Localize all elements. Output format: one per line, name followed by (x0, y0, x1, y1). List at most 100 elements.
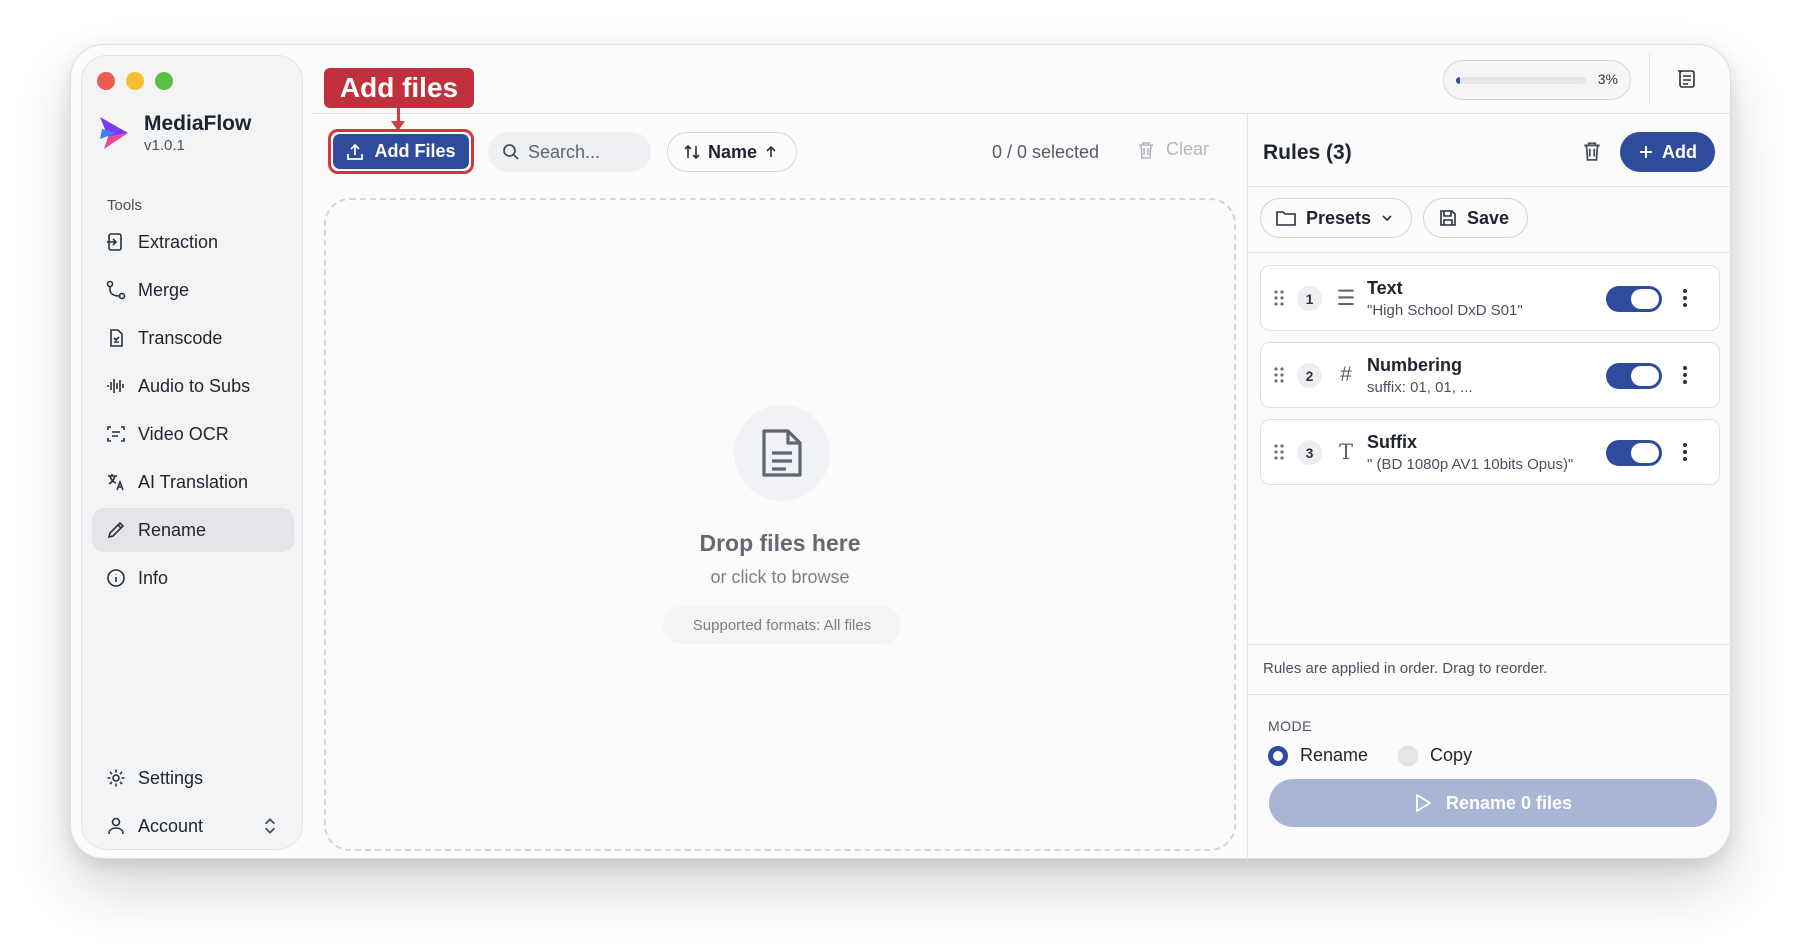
sidebar-item-label: AI Translation (138, 471, 249, 492)
translate-icon (108, 474, 124, 491)
sidebar-item-info[interactable]: Info (92, 556, 294, 600)
add-rule-button[interactable]: Add (1620, 132, 1715, 172)
sidebar-item-audio-to-subs[interactable]: Audio to Subs (92, 364, 294, 408)
sidebar-item-ai-translation[interactable]: AI Translation (92, 460, 294, 504)
app-window: MediaFlow v1.0.1 Tools Extraction Merge … (70, 44, 1732, 860)
rule-card-suffix[interactable]: 3 T Suffix " (BD 1080p AV1 10bits Opus)" (1260, 419, 1720, 485)
supported-formats-badge: Supported formats: All files (663, 606, 901, 644)
more-options-icon[interactable] (1682, 365, 1688, 385)
divider (1248, 694, 1732, 695)
sidebar-item-label: Rename (138, 519, 207, 540)
document-icon-circle (734, 405, 830, 501)
transcode-icon (110, 329, 123, 347)
drag-handle-icon[interactable] (1273, 442, 1285, 462)
add-rule-label: Add (1662, 141, 1697, 162)
gear-icon (107, 769, 125, 787)
save-label: Save (1467, 207, 1510, 228)
more-options-icon[interactable] (1682, 442, 1688, 462)
sidebar-item-rename[interactable]: Rename (92, 508, 294, 552)
sidebar-item-settings[interactable]: Settings (92, 756, 294, 800)
chevron-up-down-icon (264, 818, 276, 834)
sidebar-item-label: Merge (138, 279, 190, 300)
drag-handle-icon[interactable] (1273, 288, 1285, 308)
close-window-button[interactable] (97, 72, 115, 90)
search-input[interactable] (528, 141, 638, 163)
selection-count: 0 / 0 selected (992, 142, 1100, 162)
search-box[interactable] (488, 132, 651, 172)
add-files-button[interactable]: Add Files (333, 134, 469, 169)
folder-icon (1276, 211, 1296, 226)
rule-toggle[interactable] (1606, 363, 1662, 389)
play-icon (1416, 794, 1431, 812)
header-divider (313, 113, 1731, 114)
rule-name: Suffix (1367, 432, 1418, 452)
rule-description: "High School DxD S01" (1367, 302, 1523, 319)
rules-note: Rules are applied in order. Drag to reor… (1263, 660, 1548, 677)
more-options-icon[interactable] (1682, 288, 1688, 308)
tools-section-label: Tools (107, 197, 143, 214)
text-lines-icon: ☰ (1336, 286, 1356, 310)
sort-icon (684, 144, 700, 160)
divider (1248, 186, 1732, 187)
sidebar-bottom: Settings Account (92, 756, 294, 852)
drop-title: Drop files here (699, 530, 861, 556)
sidebar-item-merge[interactable]: Merge (92, 268, 294, 312)
rule-name: Text (1367, 278, 1403, 298)
account-label: Account (138, 815, 204, 836)
sidebar-item-account[interactable]: Account (92, 804, 294, 848)
progress-fill (1456, 77, 1460, 84)
rules-title: Rules (3) (1263, 141, 1352, 164)
mediaflow-logo-icon (100, 117, 128, 149)
presets-label: Presets (1306, 207, 1372, 228)
progress-indicator[interactable]: 3% (1443, 60, 1631, 100)
annotation-callout: Add files (324, 68, 474, 108)
drag-handle-icon[interactable] (1273, 365, 1285, 385)
save-preset-button[interactable]: Save (1423, 198, 1528, 238)
hash-icon: # (1340, 363, 1352, 386)
rule-toggle[interactable] (1606, 286, 1662, 312)
arrow-up-icon (766, 145, 776, 157)
tools-nav: Extraction Merge Transcode Audio to Subs… (92, 220, 294, 604)
merge-icon (106, 280, 126, 300)
sidebar-item-transcode[interactable]: Transcode (92, 316, 294, 360)
trash-icon (1584, 142, 1600, 161)
rule-card-text[interactable]: 1 ☰ Text "High School DxD S01" (1260, 265, 1720, 331)
rename-files-button[interactable]: Rename 0 files (1269, 779, 1717, 827)
plus-icon (1640, 146, 1652, 158)
file-drop-zone[interactable]: Drop files here or click to browse Suppo… (324, 198, 1236, 851)
user-icon (108, 817, 124, 835)
pencil-icon (107, 521, 125, 539)
sidebar-item-label: Info (138, 567, 169, 588)
clear-button[interactable]: Clear (1138, 139, 1209, 160)
presets-dropdown[interactable]: Presets (1260, 198, 1412, 238)
rule-card-numbering[interactable]: 2 # Numbering suffix: 01, 01, ... (1260, 342, 1720, 408)
divider (1248, 644, 1732, 645)
rule-description: suffix: 01, 01, ... (1367, 379, 1473, 396)
log-button[interactable] (1671, 63, 1703, 95)
rule-description: " (BD 1080p AV1 10bits Opus)" (1367, 456, 1574, 473)
delete-all-rules-button[interactable] (1583, 141, 1601, 166)
rename-files-label: Rename 0 files (1445, 792, 1573, 813)
sidebar-item-label: Audio to Subs (138, 375, 251, 396)
sort-label: Name (708, 141, 758, 162)
rule-toggle[interactable] (1606, 440, 1662, 466)
panel-divider (1247, 113, 1248, 860)
mode-copy-radio[interactable] (1398, 745, 1419, 766)
sidebar-item-video-ocr[interactable]: Video OCR (92, 412, 294, 456)
sort-button[interactable]: Name (667, 132, 797, 172)
progress-track (1456, 77, 1586, 84)
rule-number: 3 (1297, 440, 1322, 465)
sidebar-item-label: Extraction (138, 231, 219, 252)
app-version: v1.0.1 (144, 137, 185, 154)
trash-icon (1139, 141, 1153, 159)
zoom-window-button[interactable] (155, 72, 173, 90)
sidebar-item-extraction[interactable]: Extraction (92, 220, 294, 264)
ocr-scan-icon (107, 426, 125, 442)
mode-rename-radio[interactable] (1268, 745, 1288, 766)
minimize-window-button[interactable] (126, 72, 144, 90)
add-files-highlight: Add Files (328, 129, 474, 174)
sidebar-item-label: Transcode (138, 327, 223, 348)
settings-label: Settings (138, 767, 204, 788)
mode-label: MODE (1268, 718, 1312, 734)
rule-number: 2 (1297, 363, 1322, 388)
